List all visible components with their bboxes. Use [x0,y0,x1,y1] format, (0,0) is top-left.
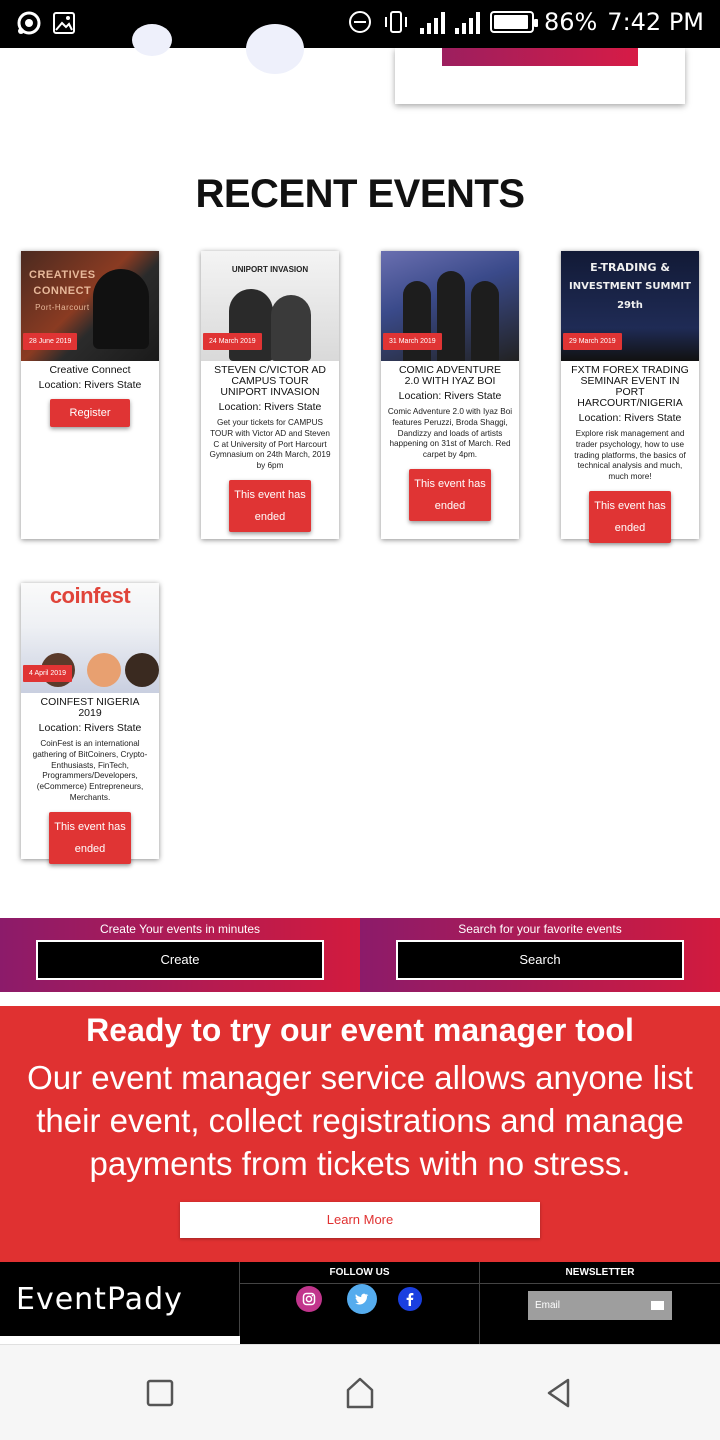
thumb-text: E-TRADING & [590,261,670,274]
newsletter-caption: NEWSLETTER [480,1262,720,1284]
create-events-strip: Create Your events in minutes Create [0,918,360,992]
battery-percent: 86% [543,8,598,36]
image-icon [53,12,75,34]
event-description: Get your tickets for CAMPUS TOUR with Vi… [209,418,331,471]
event-title[interactable]: STEVEN C/VICTOR AD CAMPUS TOUR UNIPORT I… [201,361,339,398]
footer-logo[interactable]: EventPady [0,1262,240,1344]
event-location: Location: Rivers State [38,379,142,391]
search-events-strip: Search for your favorite events Search [360,918,720,992]
event-ended-button[interactable]: This event has ended [589,490,671,543]
thumb-text: CREATIVES [29,269,96,281]
event-location: Location: Rivers State [398,390,502,402]
event-title[interactable]: COINFEST NIGERIA 2019 [21,693,159,719]
thumb-text: UNIPORT INVASION [231,265,309,274]
signal-icon [419,10,445,34]
event-thumbnail[interactable]: CREATIVES CONNECT Port-Harcourt 28 June 20… [21,251,159,361]
signal-icon-2 [454,10,480,34]
newsletter-column: NEWSLETTER Email [480,1262,720,1344]
dnd-icon [348,11,371,33]
register-button[interactable]: Register [49,399,131,427]
learn-more-button[interactable]: Learn More [180,1202,540,1238]
thumb-text: INVESTMENT SUMMIT 29th [569,281,691,311]
event-thumbnail[interactable]: coinfest 4 April 2019 [21,583,159,693]
search-button[interactable]: Search [396,940,684,980]
event-location: Location: Rivers State [38,722,142,734]
back-icon[interactable] [540,1375,576,1411]
instagram-icon[interactable] [296,1286,322,1312]
facebook-icon[interactable] [398,1287,422,1311]
event-location: Location: Rivers State [578,412,682,424]
thumb-text: CONNECT [33,285,92,297]
event-date-badge: 24 March 2019 [203,333,262,350]
event-ended-button[interactable]: This event has ended [49,811,131,864]
camera-shutter-icon [17,11,41,35]
promo-title: Ready to try our event manager tool [86,1012,634,1048]
event-thumbnail[interactable]: UNIPORT INVASION 24 March 2019 [201,251,339,361]
envelope-icon[interactable] [651,1301,664,1310]
event-location: Location: Rivers State [218,401,322,413]
event-description: CoinFest is an international gathering o… [32,739,148,802]
section-heading: RECENT EVENTS [195,172,525,216]
event-date-badge: 29 March 2019 [563,333,622,350]
event-card[interactable]: CREATIVES CONNECT Port-Harcourt 28 June 20… [21,251,159,539]
promo-body: Our event manager service allows anyone … [27,1059,693,1182]
event-title[interactable]: COMIC ADVENTURE 2.0 WITH IYAZ BOI [381,361,519,387]
event-thumbnail[interactable]: 31 March 2019 [381,251,519,361]
event-title[interactable]: FXTM FOREX TRADING SEMINAR EVENT IN PORT… [561,361,699,409]
newsletter-email-input[interactable]: Email [528,1291,672,1320]
search-events-label: Search for your favorite events [458,922,622,936]
event-ended-button[interactable]: This event has ended [409,468,491,521]
event-description: Explore risk management and trader psych… [574,429,686,482]
decorative-blob [246,24,304,74]
clock: 7:42 PM [607,8,704,36]
brand-logo[interactable]: EventPady [16,1282,183,1317]
decorative-blob [132,24,172,56]
promo-section: Ready to try our event manager tool Our … [0,1006,720,1262]
vibrate-icon [384,11,407,33]
event-date-badge: 28 June 2019 [23,333,78,350]
status-bar: 86% 7:42 PM [0,0,720,48]
event-date-badge: 31 March 2019 [383,333,442,350]
featured-card-remnant [395,48,685,104]
event-date-badge: 4 April 2019 [23,665,72,682]
email-placeholder: Email [535,1300,561,1311]
android-nav-bar [0,1344,720,1440]
event-title[interactable]: Creative Connect [21,361,159,376]
event-card[interactable]: UNIPORT INVASION 24 March 2019 STEVEN C/… [201,251,339,539]
create-button[interactable]: Create [36,940,324,980]
home-icon[interactable] [342,1375,378,1411]
event-card[interactable]: 31 March 2019 COMIC ADVENTURE 2.0 WITH I… [381,251,519,539]
thumb-text: Port-Harcourt [35,303,90,312]
create-events-label: Create Your events in minutes [99,922,261,936]
event-card[interactable]: E-TRADING & INVESTMENT SUMMIT 29th 29 Mar… [561,251,699,543]
event-card[interactable]: coinfest 4 April 2019 COINFEST NIGERIA 2… [21,583,159,864]
follow-us-column: FOLLOW US [240,1262,480,1344]
follow-us-caption: FOLLOW US [240,1262,479,1284]
event-ended-button[interactable]: This event has ended [229,479,311,532]
event-description: Comic Adventure 2.0 with Iyaz Boi featur… [387,407,513,460]
recents-icon[interactable] [142,1375,178,1411]
event-thumbnail[interactable]: E-TRADING & INVESTMENT SUMMIT 29th 29 Mar… [561,251,699,361]
thumb-text: coinfest [49,583,131,608]
twitter-icon[interactable] [347,1284,377,1314]
battery-icon [489,11,538,33]
footer: EventPady FOLLOW US NEWSLETTER Email [0,1262,720,1344]
